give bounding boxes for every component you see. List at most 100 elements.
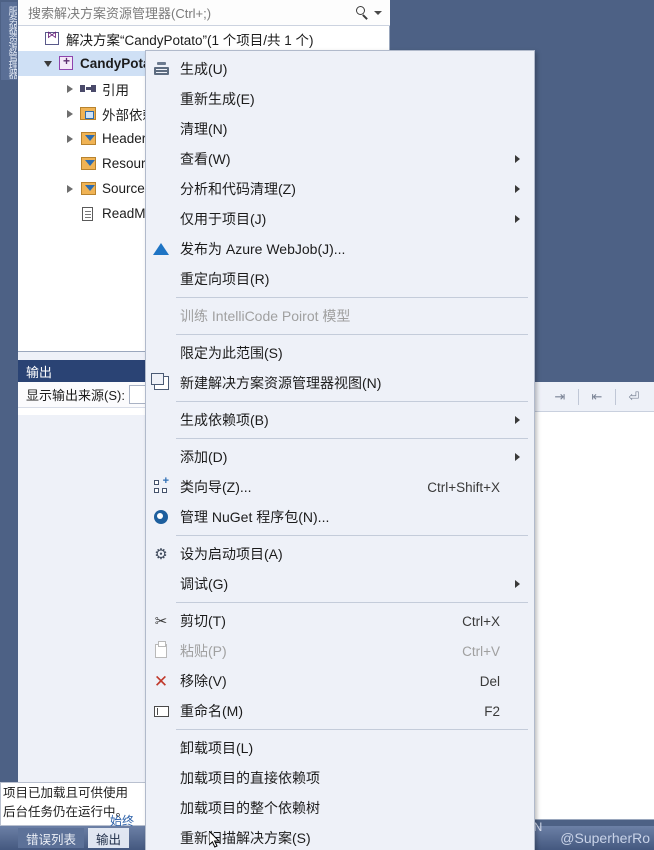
filter-folder-icon bbox=[78, 130, 98, 148]
menu-separator bbox=[176, 729, 528, 730]
menu-item[interactable]: 查看(W) bbox=[146, 144, 534, 174]
menu-item[interactable]: 类向导(Z)... Ctrl+Shift+X bbox=[146, 472, 534, 502]
menu-item-shortcut: Ctrl+X bbox=[462, 613, 500, 629]
project-context-menu: 生成(U) 重新生成(E) 清理(N) 查看(W) 分析和代码清理(Z) 仅用于项目(J)… bbox=[145, 50, 535, 850]
expander-toggle-icon[interactable] bbox=[62, 101, 78, 126]
menu-item[interactable]: 生成依赖项(B) bbox=[146, 405, 534, 435]
chevron-down-icon[interactable] bbox=[374, 10, 382, 15]
menu-separator bbox=[176, 535, 528, 536]
project-icon bbox=[56, 54, 76, 73]
menu-item[interactable]: ✕ 移除(V) Del bbox=[146, 666, 534, 696]
menu-item[interactable]: 分析和代码清理(Z) bbox=[146, 174, 534, 204]
menu-item[interactable]: 重命名(M) F2 bbox=[146, 696, 534, 726]
watermark: CSDN @SuperherRo bbox=[508, 820, 650, 850]
menu-separator bbox=[176, 401, 528, 402]
solution-explorer-search[interactable]: 搜索解决方案资源管理器(Ctrl+;) bbox=[18, 0, 390, 26]
menu-item-label: 管理 NuGet 程序包(N)... bbox=[180, 509, 330, 525]
menu-item-label: 查看(W) bbox=[180, 151, 231, 167]
menu-item[interactable]: 发布为 Azure WebJob(J)... bbox=[146, 234, 534, 264]
output-source-label: 显示输出来源(S): bbox=[26, 388, 125, 403]
menu-item[interactable]: 添加(D) bbox=[146, 442, 534, 472]
paste-icon bbox=[146, 636, 176, 666]
menu-item[interactable]: 新建解决方案资源管理器视图(N) bbox=[146, 368, 534, 398]
expander-placeholder bbox=[26, 26, 42, 51]
menu-item-label: 设为启动项目(A) bbox=[180, 546, 283, 562]
menu-item-label: 重定向项目(R) bbox=[180, 271, 270, 287]
menu-item-label: 剪切(T) bbox=[180, 613, 226, 629]
filter-folder-icon bbox=[78, 155, 98, 173]
visual-studio-window: 服务器资源管理器 ⇥ ⇤ ⏎ 搜索解决方案资源管理器(Ctrl+;) 解决方案“… bbox=[0, 0, 654, 850]
external-dependencies-icon bbox=[78, 105, 98, 123]
menu-item-icon-placeholder bbox=[146, 301, 176, 331]
menu-separator bbox=[176, 297, 528, 298]
menu-item-label: 生成(U) bbox=[180, 61, 228, 77]
menu-item[interactable]: 仅用于项目(J) bbox=[146, 204, 534, 234]
bottom-tab[interactable]: 错误列表 bbox=[18, 828, 85, 848]
menu-item-icon-placeholder bbox=[146, 569, 176, 599]
nuget-icon bbox=[146, 502, 176, 532]
menu-item[interactable]: 加载项目的整个依赖树 bbox=[146, 793, 534, 823]
status-tooltip-line1: 项目已加载且可供使用 bbox=[3, 786, 129, 800]
menu-item-icon-placeholder bbox=[146, 763, 176, 793]
toggle-word-wrap-icon[interactable]: ⏎ bbox=[622, 386, 646, 408]
bottom-tab-strip: 错误列表 输出 bbox=[18, 828, 130, 848]
tree-item[interactable]: 解决方案“CandyPotato”(1 个项目/共 1 个) bbox=[18, 26, 390, 51]
menu-item[interactable]: ⚙ 设为启动项目(A) bbox=[146, 539, 534, 569]
menu-item-label: 加载项目的直接依赖项 bbox=[180, 770, 320, 786]
menu-item-shortcut: Del bbox=[479, 673, 500, 689]
search-input[interactable]: 搜索解决方案资源管理器(Ctrl+;) bbox=[18, 3, 352, 22]
references-icon bbox=[78, 80, 98, 98]
azure-icon bbox=[146, 234, 176, 264]
menu-item-label: 移除(V) bbox=[180, 673, 227, 689]
expander-toggle-icon[interactable] bbox=[40, 51, 56, 76]
submenu-arrow-icon bbox=[515, 453, 520, 461]
menu-item[interactable]: 管理 NuGet 程序包(N)... bbox=[146, 502, 534, 532]
class-wizard-icon bbox=[146, 472, 176, 502]
menu-item: 训练 IntelliCode Poirot 模型 bbox=[146, 301, 534, 331]
menu-item[interactable]: 卸载项目(L) bbox=[146, 733, 534, 763]
comment-lines-icon[interactable]: ⇤ bbox=[585, 386, 609, 408]
menu-item-label: 仅用于项目(J) bbox=[180, 211, 267, 227]
gear-icon: ⚙ bbox=[154, 546, 168, 563]
menu-item-label: 分析和代码清理(Z) bbox=[180, 181, 296, 197]
menu-item-icon-placeholder bbox=[146, 264, 176, 294]
menu-item[interactable]: 重新生成(E) bbox=[146, 84, 534, 114]
expander-toggle-icon[interactable] bbox=[62, 176, 78, 201]
menu-item-icon-placeholder bbox=[146, 144, 176, 174]
menu-item[interactable]: 生成(U) bbox=[146, 54, 534, 84]
search-icon[interactable] bbox=[352, 3, 372, 23]
expander-toggle-icon[interactable] bbox=[62, 76, 78, 101]
menu-item[interactable]: 重新扫描解决方案(S) bbox=[146, 823, 534, 850]
menu-item[interactable]: 重定向项目(R) bbox=[146, 264, 534, 294]
vertical-tab-server-explorer[interactable]: 服务器资源管理器 bbox=[1, 2, 17, 80]
file-icon bbox=[78, 205, 98, 223]
menu-item-label: 调试(G) bbox=[180, 576, 229, 592]
menu-item-label: 限定为此范围(S) bbox=[180, 345, 283, 361]
menu-item-icon-placeholder bbox=[146, 84, 176, 114]
menu-item[interactable]: 限定为此范围(S) bbox=[146, 338, 534, 368]
submenu-arrow-icon bbox=[515, 185, 520, 193]
menu-item[interactable]: 清理(N) bbox=[146, 114, 534, 144]
new-window-icon bbox=[146, 368, 176, 398]
menu-item-label: 类向导(Z)... bbox=[180, 479, 252, 495]
increase-indent-icon[interactable]: ⇥ bbox=[548, 386, 572, 408]
menu-item-label: 重命名(M) bbox=[180, 703, 243, 719]
watermark-handle: @SuperherRo bbox=[560, 830, 650, 846]
toolbar-separator bbox=[615, 388, 616, 405]
menu-item[interactable]: 加载项目的直接依赖项 bbox=[146, 763, 534, 793]
tree-item-label: 解决方案“CandyPotato”(1 个项目/共 1 个) bbox=[66, 32, 314, 48]
menu-item[interactable]: 调试(G) bbox=[146, 569, 534, 599]
menu-item-icon-placeholder bbox=[146, 204, 176, 234]
menu-item-label: 训练 IntelliCode Poirot 模型 bbox=[180, 308, 351, 324]
tree-item-label: 引用 bbox=[102, 82, 129, 98]
menu-item[interactable]: ✂ 剪切(T) Ctrl+X bbox=[146, 606, 534, 636]
bottom-tab[interactable]: 输出 bbox=[88, 828, 130, 848]
left-dock-strip: 服务器资源管理器 bbox=[0, 0, 18, 850]
menu-item-label: 卸载项目(L) bbox=[180, 740, 254, 756]
submenu-arrow-icon bbox=[515, 416, 520, 424]
menu-item-label: 新建解决方案资源管理器视图(N) bbox=[180, 375, 382, 391]
build-icon bbox=[146, 54, 176, 84]
expander-toggle-icon[interactable] bbox=[62, 126, 78, 151]
menu-item-label: 重新扫描解决方案(S) bbox=[180, 830, 311, 846]
expander-placeholder bbox=[62, 201, 78, 226]
